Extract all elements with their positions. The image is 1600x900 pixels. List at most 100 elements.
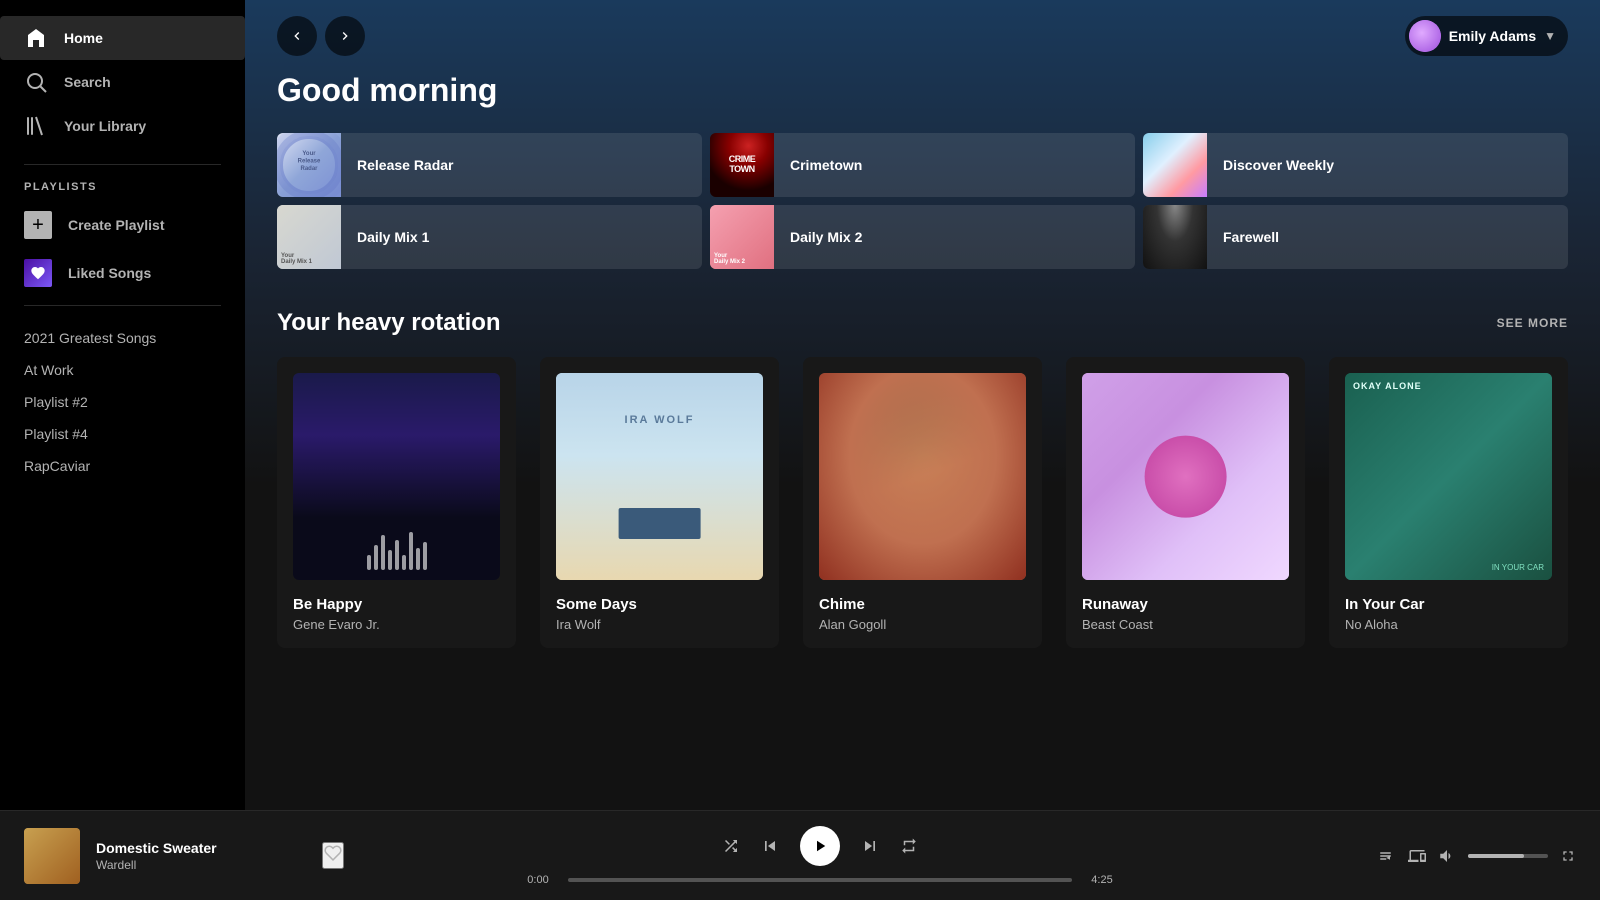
- devices-icon[interactable]: [1408, 847, 1426, 865]
- volume-fill: [1468, 854, 1524, 858]
- crimetown-image: CRIMETOWN: [710, 133, 774, 197]
- next-button[interactable]: [860, 836, 880, 856]
- avatar: [1409, 20, 1441, 52]
- playlist-item-rapcaviar[interactable]: RapCaviar: [0, 450, 245, 482]
- in-your-car-title: In Your Car: [1345, 596, 1552, 613]
- player-right-controls: [1296, 847, 1576, 865]
- release-radar-image: Your Release Radar: [277, 133, 341, 197]
- sidebar-divider-2: [24, 305, 221, 306]
- quick-card-crimetown[interactable]: CRIMETOWN Crimetown: [710, 133, 1135, 197]
- runaway-title: Runaway: [1082, 596, 1289, 613]
- quick-card-farewell[interactable]: Farewell: [1143, 205, 1568, 269]
- search-icon: [24, 70, 48, 94]
- play-pause-button[interactable]: [800, 826, 840, 866]
- sidebar: Home Search: [0, 0, 245, 810]
- playlist-item-2[interactable]: Playlist #2: [0, 386, 245, 418]
- playlist-item-at-work[interactable]: At Work: [0, 354, 245, 386]
- back-button[interactable]: [277, 16, 317, 56]
- sidebar-item-search[interactable]: Search: [0, 60, 245, 104]
- daily-mix-2-image: YourDaily Mix 2: [710, 205, 774, 269]
- see-more-button[interactable]: SEE MORE: [1497, 316, 1568, 330]
- rotation-card-in-your-car[interactable]: OKAY ALONE IN YOUR CAR In Your Car No Al…: [1329, 357, 1568, 648]
- chevron-down-icon: ▼: [1544, 29, 1556, 43]
- be-happy-title: Be Happy: [293, 596, 500, 613]
- fullscreen-icon[interactable]: [1560, 848, 1576, 864]
- quick-card-daily-mix-1[interactable]: YourDaily Mix 1 Daily Mix 1: [277, 205, 702, 269]
- heavy-rotation-header: Your heavy rotation SEE MORE: [277, 309, 1568, 337]
- nav-arrows: [277, 16, 365, 56]
- heavy-rotation-title: Your heavy rotation: [277, 309, 501, 337]
- top-bar: Emily Adams ▼: [245, 0, 1600, 72]
- daily-mix-1-image: YourDaily Mix 1: [277, 205, 341, 269]
- volume-bar[interactable]: [1468, 854, 1548, 858]
- forward-button[interactable]: [325, 16, 365, 56]
- player-bar: Domestic Sweater Wardell: [0, 810, 1600, 900]
- svg-text:Release: Release: [298, 159, 321, 165]
- heart-icon: [24, 259, 52, 287]
- playlist-list: 2021 Greatest Songs At Work Playlist #2 …: [0, 314, 245, 490]
- quick-card-release-radar[interactable]: Your Release Radar Release Radar: [277, 133, 702, 197]
- crimetown-label: Crimetown: [774, 157, 878, 173]
- volume-icon[interactable]: [1438, 847, 1456, 865]
- playlists-label: PLAYLISTS: [0, 173, 245, 201]
- sidebar-nav: Home Search: [0, 8, 245, 156]
- player-artist-name: Wardell: [96, 858, 306, 872]
- previous-button[interactable]: [760, 836, 780, 856]
- rotation-card-runaway[interactable]: Runaway Beast Coast: [1066, 357, 1305, 648]
- sidebar-item-home[interactable]: Home: [0, 16, 245, 60]
- progress-bar-area: 0:00 4:25: [520, 874, 1120, 886]
- player-controls-section: 0:00 4:25: [344, 826, 1296, 886]
- player-album-art: [24, 828, 80, 884]
- rotation-grid: Be Happy Gene Evaro Jr. IRA WOLF Some Da…: [277, 357, 1568, 648]
- some-days-artist: Ira Wolf: [556, 617, 763, 632]
- release-radar-label: Release Radar: [341, 157, 470, 173]
- rotation-card-some-days[interactable]: IRA WOLF Some Days Ira Wolf: [540, 357, 779, 648]
- chime-title: Chime: [819, 596, 1026, 613]
- playlist-item-2021[interactable]: 2021 Greatest Songs: [0, 322, 245, 354]
- sidebar-item-library[interactable]: Your Library: [0, 104, 245, 148]
- farewell-image: [1143, 205, 1207, 269]
- user-profile-button[interactable]: Emily Adams ▼: [1405, 16, 1568, 56]
- rotation-card-be-happy[interactable]: Be Happy Gene Evaro Jr.: [277, 357, 516, 648]
- player-track-info: Domestic Sweater Wardell: [96, 840, 306, 872]
- quick-card-discover-weekly[interactable]: Discover Weekly: [1143, 133, 1568, 197]
- progress-track[interactable]: [568, 878, 1072, 882]
- svg-text:Your: Your: [302, 151, 316, 157]
- some-days-title: Some Days: [556, 596, 763, 613]
- svg-text:Radar: Radar: [300, 166, 318, 172]
- discover-weekly-label: Discover Weekly: [1207, 157, 1350, 173]
- plus-icon: +: [24, 211, 52, 239]
- playlist-item-4[interactable]: Playlist #4: [0, 418, 245, 450]
- sidebar-divider: [24, 164, 221, 165]
- user-name-label: Emily Adams: [1449, 28, 1536, 44]
- home-icon: [24, 26, 48, 50]
- quick-cards-grid: Your Release Radar Release Radar CRIMET: [277, 133, 1568, 269]
- discover-weekly-image: [1143, 133, 1207, 197]
- in-your-car-album-art: OKAY ALONE IN YOUR CAR: [1345, 373, 1552, 580]
- be-happy-artist: Gene Evaro Jr.: [293, 617, 500, 632]
- create-playlist-button[interactable]: + Create Playlist: [0, 201, 245, 249]
- in-your-car-artist: No Aloha: [1345, 617, 1552, 632]
- rotation-card-chime[interactable]: Chime Alan Gogoll: [803, 357, 1042, 648]
- library-icon: [24, 114, 48, 138]
- chime-artist: Alan Gogoll: [819, 617, 1026, 632]
- quick-card-daily-mix-2[interactable]: YourDaily Mix 2 Daily Mix 2: [710, 205, 1135, 269]
- player-track-name: Domestic Sweater: [96, 840, 306, 856]
- runaway-artist: Beast Coast: [1082, 617, 1289, 632]
- main-content: Emily Adams ▼ Good morning Your Release …: [245, 0, 1600, 810]
- liked-songs-button[interactable]: Liked Songs: [0, 249, 245, 297]
- chime-album-art: [819, 373, 1026, 580]
- queue-icon[interactable]: [1378, 847, 1396, 865]
- be-happy-album-art: [293, 373, 500, 580]
- player-controls: [722, 826, 918, 866]
- daily-mix-1-label: Daily Mix 1: [341, 229, 445, 245]
- repeat-button[interactable]: [900, 837, 918, 855]
- shuffle-button[interactable]: [722, 837, 740, 855]
- runaway-album-art: [1082, 373, 1289, 580]
- total-time: 4:25: [1084, 874, 1120, 886]
- content-area: Good morning Your Release Radar: [245, 72, 1600, 680]
- player-track-section: Domestic Sweater Wardell: [24, 828, 344, 884]
- daily-mix-2-label: Daily Mix 2: [774, 229, 878, 245]
- like-button[interactable]: [322, 842, 344, 869]
- some-days-album-art: IRA WOLF: [556, 373, 763, 580]
